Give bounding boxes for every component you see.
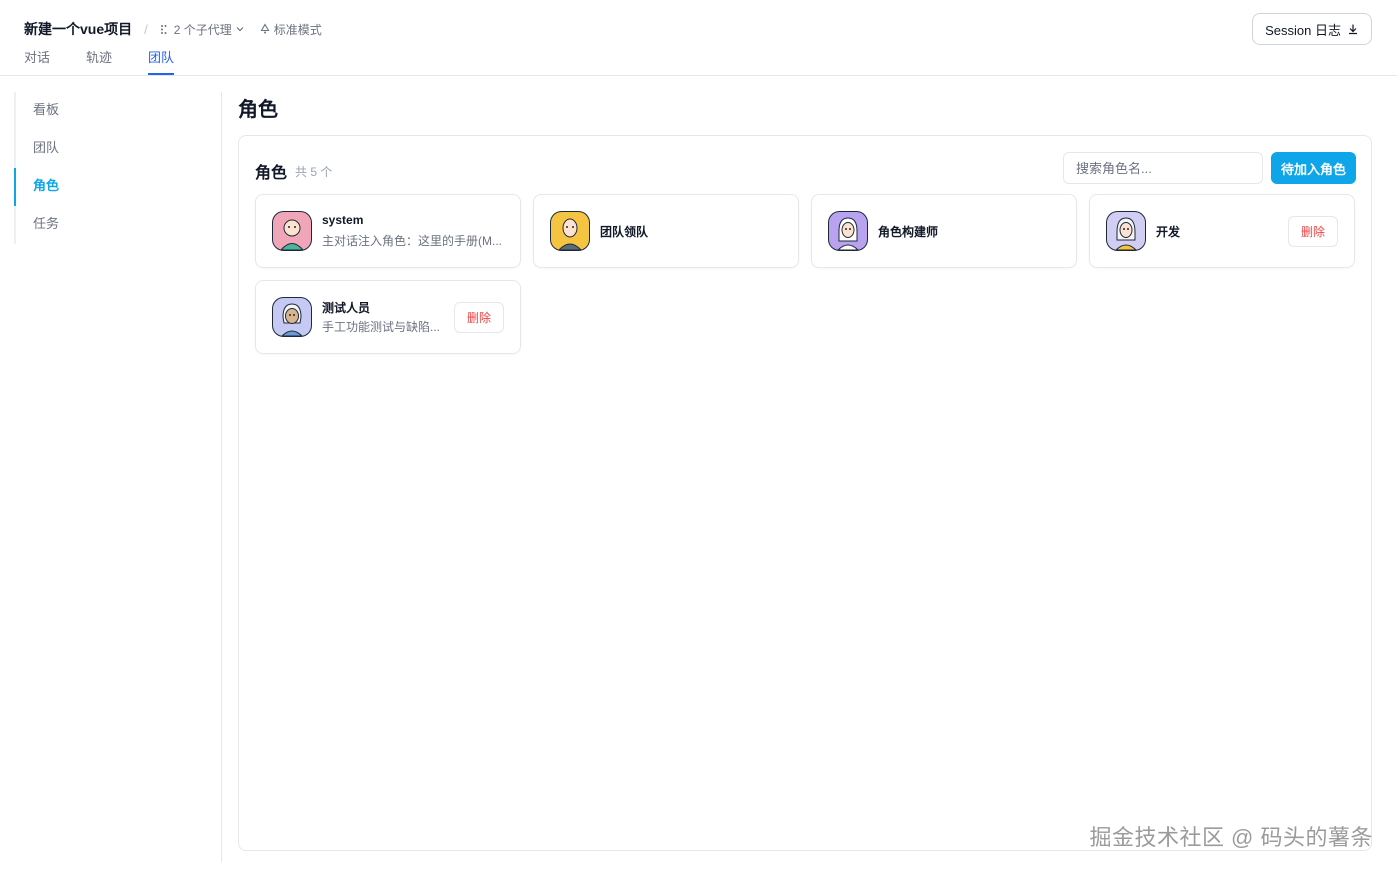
roles-panel: 角色 共 5 个 待加入角色 system 主对话注入角色：这里的手册(M...… <box>238 135 1372 851</box>
sidebar-item-team[interactable]: 团队 <box>14 130 221 168</box>
role-card-role-builder[interactable]: 角色构建师 <box>811 194 1077 268</box>
header-breadcrumb: 新建一个vue项目 / 2 个子代理 标准模式 <box>24 18 322 40</box>
sidebar-item-board[interactable]: 看板 <box>14 92 221 130</box>
role-name: 开发 <box>1156 225 1181 239</box>
breadcrumb-separator: / <box>144 21 148 37</box>
grid-dots-icon <box>160 24 171 35</box>
chevron-down-icon <box>235 24 245 34</box>
role-card-tester[interactable]: 测试人员 手工功能测试与缺陷... 删除 <box>255 280 521 354</box>
role-count: 共 5 个 <box>295 165 333 179</box>
top-header: 新建一个vue项目 / 2 个子代理 标准模式 Session 日志 对话 轨迹… <box>0 0 1397 76</box>
team-sidebar: 看板 团队 角色 任务 <box>14 92 222 862</box>
mode-indicator[interactable]: 标准模式 <box>259 21 322 38</box>
page-title: 角色 <box>238 99 278 121</box>
mode-label: 标准模式 <box>273 22 322 37</box>
sidebar-item-tasks[interactable]: 任务 <box>14 206 221 244</box>
session-log-button[interactable]: Session 日志 <box>1252 13 1372 45</box>
avatar-icon <box>828 211 868 251</box>
avatar-icon <box>550 211 590 251</box>
panel-title: 角色 <box>255 165 288 182</box>
subagents-label: 2 个子代理 <box>173 22 232 37</box>
sidebar-item-roles[interactable]: 角色 <box>14 168 221 206</box>
role-card-system[interactable]: system 主对话注入角色：这里的手册(M... <box>255 194 521 268</box>
tab-team[interactable]: 团队 <box>148 47 175 75</box>
role-card-developer[interactable]: 开发 删除 <box>1089 194 1355 268</box>
role-name: 角色构建师 <box>878 225 939 239</box>
delete-role-button[interactable]: 删除 <box>454 302 504 333</box>
role-name: 团队领队 <box>600 225 649 239</box>
tab-chat[interactable]: 对话 <box>24 47 50 75</box>
download-icon <box>1347 23 1359 35</box>
avatar-icon <box>272 211 312 251</box>
session-log-label: Session 日志 <box>1265 22 1341 38</box>
add-role-button[interactable]: 待加入角色 <box>1271 152 1356 184</box>
role-desc: 主对话注入角色：这里的手册(M... <box>322 234 502 248</box>
delete-role-button[interactable]: 删除 <box>1288 216 1338 247</box>
role-search-input[interactable] <box>1063 152 1263 184</box>
watermark: 掘金技术社区 @ 码头的薯条 <box>1089 825 1373 850</box>
project-title[interactable]: 新建一个vue项目 <box>24 19 132 39</box>
tab-trace[interactable]: 轨迹 <box>86 47 112 75</box>
recycle-icon <box>259 23 271 35</box>
avatar-icon <box>1106 211 1146 251</box>
role-desc: 手工功能测试与缺陷... <box>322 320 441 334</box>
role-name: 测试人员 <box>322 301 371 315</box>
role-card-team-lead[interactable]: 团队领队 <box>533 194 799 268</box>
main-tabs: 对话 轨迹 团队 <box>24 47 175 75</box>
subagents-dropdown[interactable]: 2 个子代理 <box>160 21 245 38</box>
avatar-icon <box>272 297 312 337</box>
role-name: system <box>322 213 364 227</box>
